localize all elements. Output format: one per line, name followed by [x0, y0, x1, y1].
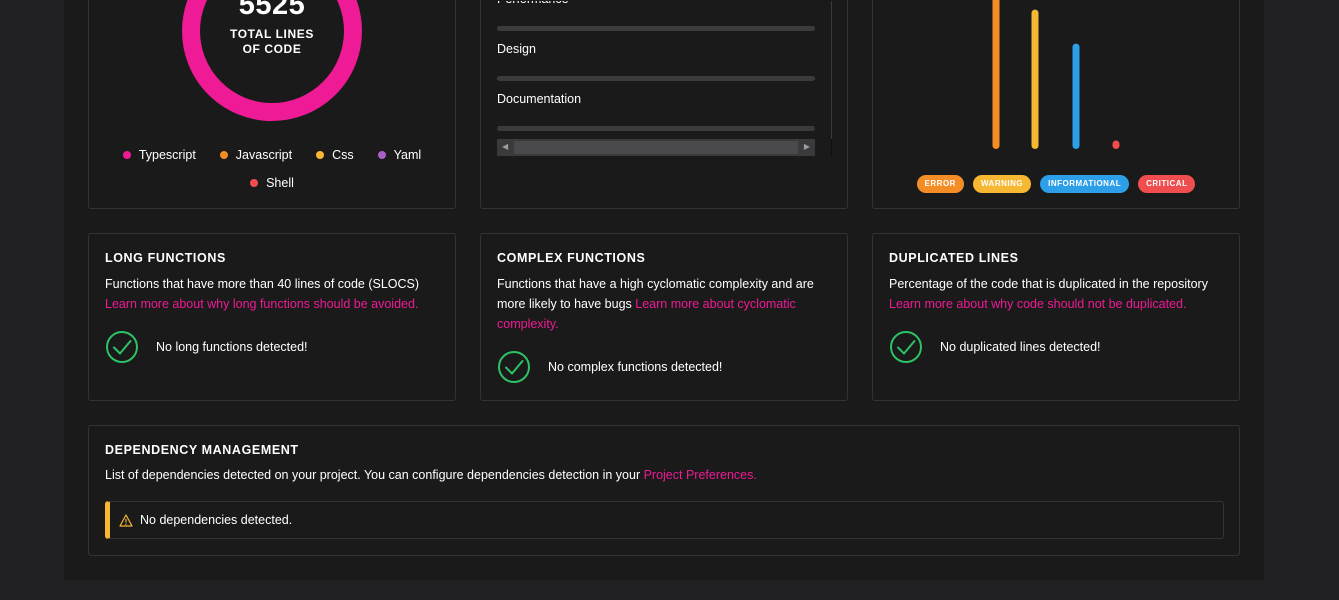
description-text: Functions that have more than 40 lines o…	[105, 277, 420, 291]
alert-text: No dependencies detected.	[140, 513, 293, 527]
severity-tag-error[interactable]: ERROR	[916, 175, 964, 193]
status-row: No duplicated lines detected!	[889, 330, 1101, 364]
caption-line-2: OF CODE	[242, 42, 302, 56]
severity-bar-error	[992, 0, 1000, 149]
legend-item-typescript[interactable]: Typescript	[122, 147, 196, 163]
legend-label: Css	[332, 148, 354, 162]
severity-card: ERROR WARNING INFORMATIONAL CRITICAL	[872, 0, 1240, 209]
dependency-management-card: DEPENDENCY MANAGEMENT List of dependenci…	[88, 425, 1240, 556]
long-functions-card: LONG FUNCTIONS Functions that have more …	[88, 233, 456, 401]
severity-tag-warning[interactable]: WARNING	[972, 175, 1032, 193]
scrollbar-thumb[interactable]	[514, 141, 798, 154]
check-circle-icon	[106, 331, 138, 363]
project-preferences-link[interactable]: Project Preferences.	[644, 468, 757, 482]
total-lines-value: 5525	[238, 0, 306, 21]
legend-item-css[interactable]: Css	[316, 147, 354, 163]
list-item: Documentation	[497, 89, 815, 109]
lines-of-code-card: 5525 TOTAL LINES OF CODE Typescript Java…	[88, 0, 456, 209]
category-bar	[497, 26, 815, 31]
scrollbar-corner	[831, 139, 832, 156]
severity-bar-critical	[1112, 140, 1120, 149]
categories-card: Performance Design Documentation ▼ ◀ ▶	[480, 0, 848, 209]
severity-tag-critical[interactable]: CRITICAL	[1138, 175, 1196, 193]
legend-dot	[250, 179, 259, 187]
description-text: Percentage of the code that is duplicate…	[889, 277, 1208, 291]
card-title: COMPLEX FUNCTIONS	[497, 251, 646, 265]
legend-dot	[316, 151, 325, 159]
legend-label: Typescript	[138, 148, 196, 162]
legend-item-javascript[interactable]: Javascript	[219, 147, 293, 163]
severity-tag-informational[interactable]: INFORMATIONAL	[1040, 175, 1130, 193]
legend-item-shell[interactable]: Shell	[250, 175, 294, 191]
severity-bar-warning	[1031, 9, 1039, 149]
category-label: Design	[497, 42, 536, 56]
status-text: No duplicated lines detected!	[940, 340, 1101, 354]
legend-label: Javascript	[235, 148, 293, 162]
legend-label: Yaml	[393, 148, 422, 162]
list-item: Performance	[497, 1, 815, 9]
status-text: No complex functions detected!	[548, 360, 723, 374]
legend-dot	[122, 151, 131, 159]
card-title: DEPENDENCY MANAGEMENT	[105, 443, 299, 457]
category-label: Documentation	[497, 92, 582, 106]
legend-label: Shell	[266, 176, 294, 190]
card-description: Functions that have more than 40 lines o…	[105, 274, 435, 314]
card-description: Percentage of the code that is duplicate…	[889, 274, 1219, 314]
learn-more-link[interactable]: Learn more about why long functions shou…	[105, 297, 418, 311]
card-title: DUPLICATED LINES	[889, 251, 1019, 265]
warning-icon	[119, 513, 133, 527]
complex-functions-card: COMPLEX FUNCTIONS Functions that have a …	[480, 233, 848, 401]
legend-dot	[377, 151, 386, 159]
status-row: No long functions detected!	[105, 330, 308, 364]
no-dependencies-alert: No dependencies detected.	[105, 501, 1224, 539]
card-title: LONG FUNCTIONS	[105, 251, 226, 265]
category-bar	[497, 126, 815, 131]
legend-item-yaml[interactable]: Yaml	[377, 147, 422, 163]
learn-more-link[interactable]: Learn more about why code should not be …	[889, 297, 1186, 311]
severity-tags: ERROR WARNING INFORMATIONAL CRITICAL	[873, 175, 1239, 193]
status-text: No long functions detected!	[156, 340, 308, 354]
scroll-right-arrow-icon[interactable]: ▶	[804, 142, 810, 151]
severity-bar-chart	[992, 0, 1120, 149]
check-circle-icon	[890, 331, 922, 363]
description-text: List of dependencies detected on your pr…	[105, 468, 644, 482]
language-legend: Typescript Javascript Css Yaml Shell	[109, 147, 435, 191]
scroll-left-arrow-icon[interactable]: ◀	[502, 142, 508, 151]
duplicated-lines-card: DUPLICATED LINES Percentage of the code …	[872, 233, 1240, 401]
card-description: List of dependencies detected on your pr…	[105, 465, 1219, 485]
card-description: Functions that have a high cyclomatic co…	[497, 274, 827, 334]
category-bar	[497, 76, 815, 81]
category-list[interactable]: Performance Design Documentation ▼ ◀ ▶	[497, 1, 832, 166]
horizontal-scrollbar[interactable]: ◀ ▶	[497, 139, 815, 156]
legend-dot	[219, 151, 228, 159]
status-row: No complex functions detected!	[497, 350, 722, 384]
total-lines-caption: TOTAL LINES OF CODE	[200, 27, 344, 57]
lines-donut-chart: 5525 TOTAL LINES OF CODE	[182, 0, 362, 121]
caption-line-1: TOTAL LINES	[230, 27, 314, 41]
check-circle-icon	[498, 351, 530, 383]
category-label: Performance	[497, 1, 815, 9]
vertical-scrollbar[interactable]: ▼	[831, 1, 832, 149]
severity-bar-informational	[1072, 43, 1080, 149]
list-item: Design	[497, 39, 815, 59]
